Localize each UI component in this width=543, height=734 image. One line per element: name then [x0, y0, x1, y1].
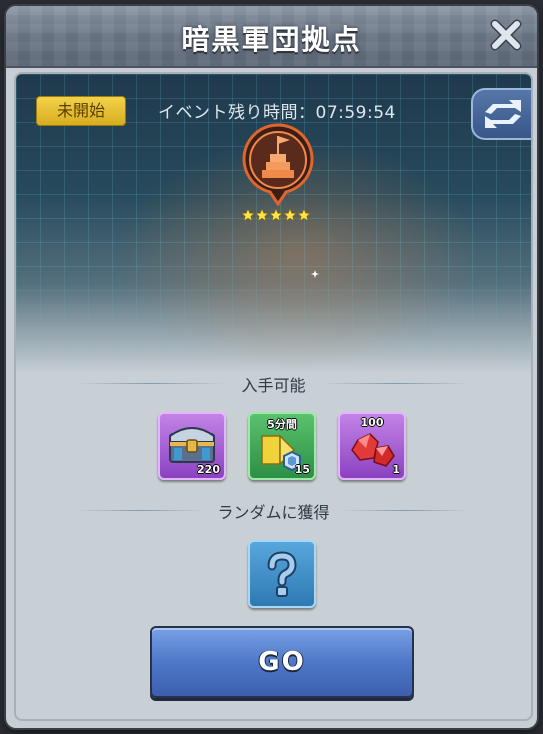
reward-quantity: 1: [392, 463, 400, 476]
reward-item-chest[interactable]: 220: [158, 412, 226, 480]
reward-item-gem[interactable]: 100 1: [338, 412, 406, 480]
dialog-title: 暗黒軍団拠点: [181, 23, 362, 56]
obtainable-label: 入手可能: [241, 376, 306, 395]
dialog-header: 暗黒軍団拠点: [6, 6, 537, 68]
status-badge: 未開始: [36, 96, 126, 126]
event-dialog: 暗黒軍団拠点 未開始 イベント残り時間：07:59:54 入手可能 220 5分…: [6, 6, 537, 728]
reward-quantity: 220: [197, 463, 220, 476]
random-label: ランダムに獲得: [217, 503, 330, 522]
close-icon: [490, 19, 522, 51]
event-timer: イベント残り時間：07:59:54: [158, 103, 396, 123]
close-button[interactable]: [489, 18, 523, 52]
event-panel: 未開始 イベント残り時間：07:59:54 入手可能 220 5分間 15 10…: [14, 72, 533, 721]
refresh-icon: [485, 100, 521, 128]
reward-item-speedup[interactable]: 5分間 15: [248, 412, 316, 480]
reward-top-label: 100: [360, 416, 384, 429]
sparkle-icon: [311, 270, 319, 278]
reward-quantity: 15: [294, 463, 310, 476]
question-mark-icon: [267, 551, 297, 597]
random-reward-item[interactable]: [248, 540, 316, 608]
fortress-emblem-icon: [242, 123, 314, 206]
go-button[interactable]: GO: [150, 626, 414, 698]
refresh-button[interactable]: [471, 88, 531, 140]
difficulty-stars: [241, 208, 311, 222]
reward-top-label: 5分間: [267, 418, 297, 431]
